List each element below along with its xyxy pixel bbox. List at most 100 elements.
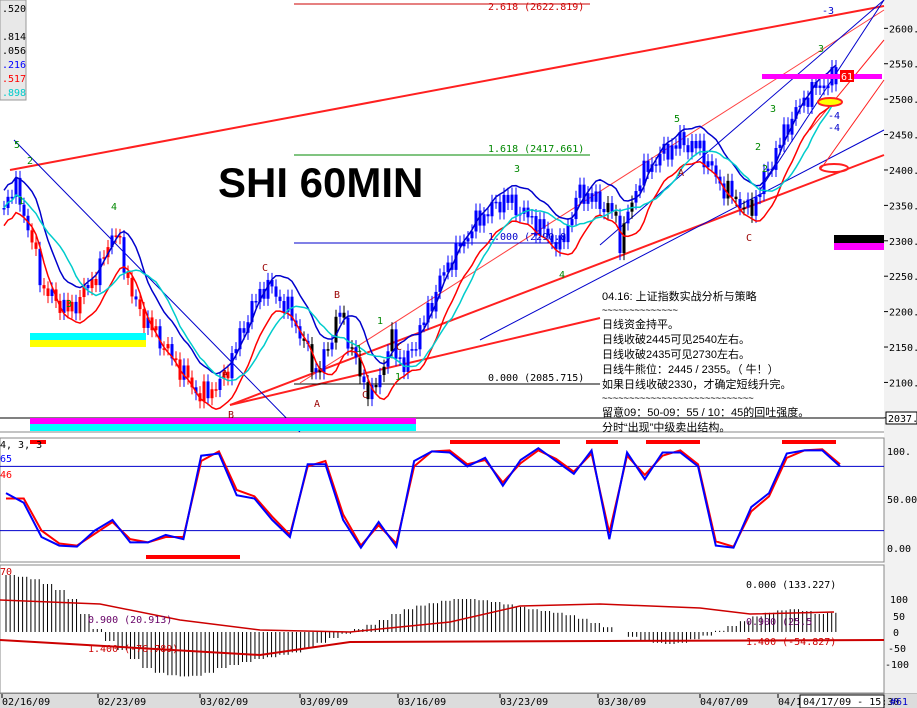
- date-tick-label: 03/30/09: [598, 697, 646, 708]
- candle-body: [186, 365, 190, 378]
- candle-body: [542, 219, 546, 229]
- chart-window: 2600. 2550. 2500. 2450. 2400. 2350. 2300. 2250.…: [0, 0, 917, 708]
- candle-body: [622, 223, 626, 254]
- candle-body: [406, 350, 410, 373]
- candle-body: [674, 145, 678, 149]
- date-tick-label: 03/16/09: [398, 697, 446, 708]
- chart-canvas: 2600.2550.2500.2450.2400.2350.2300.2250.…: [0, 0, 917, 708]
- candle-body: [266, 279, 270, 299]
- wave-label: C: [396, 342, 402, 353]
- macd-tick-50: 50: [893, 612, 905, 623]
- magenta-bar-right: [834, 243, 884, 250]
- price-tick-label: 2300.: [889, 237, 917, 248]
- candle-body: [134, 296, 138, 300]
- wave-label: 1: [377, 316, 383, 327]
- current-price-label: 2037.4: [888, 414, 917, 425]
- candle-body: [590, 193, 594, 202]
- candle-body: [638, 185, 642, 192]
- candle-body: [758, 194, 762, 198]
- stoch-signal-bar: [146, 555, 240, 559]
- notes-line-7: 分时“出现”中级卖出结构。: [602, 420, 730, 434]
- candle-body: [686, 145, 690, 153]
- date-tick-label: 04/1: [778, 697, 802, 708]
- cyan-bar: [30, 333, 146, 340]
- candle-body: [646, 160, 650, 172]
- wave-label: 2: [755, 142, 761, 153]
- notes-line-1: 日线资金持平。: [602, 317, 679, 331]
- candle-body: [34, 242, 38, 249]
- candle-body: [174, 358, 178, 360]
- left-value-4: .216: [2, 60, 26, 71]
- candle-body: [398, 357, 402, 359]
- candle-body: [14, 177, 18, 197]
- marker-neg3: -3: [822, 6, 834, 17]
- stoch-signal-bar: [586, 440, 618, 444]
- wave-label: C: [362, 390, 368, 401]
- candle-body: [618, 215, 622, 254]
- candle-body: [510, 194, 514, 203]
- candle-body: [818, 85, 822, 88]
- candle-body: [94, 278, 98, 286]
- price-tick-label: 2200.: [889, 308, 917, 319]
- candle-body: [610, 203, 614, 212]
- candle-body: [346, 317, 350, 349]
- candle-body: [526, 207, 530, 218]
- notes-line-4: 日线牛熊位：2445 / 2355。（ 牛！）: [602, 362, 779, 376]
- candle-body: [350, 347, 354, 349]
- candle-body: [746, 199, 750, 208]
- fib-label-0000: 0.000 (2085.715): [488, 373, 584, 384]
- candle-body: [282, 301, 286, 312]
- candle-body: [578, 184, 582, 198]
- stoch-tick-0: 0.00: [887, 544, 911, 555]
- notes-line-5: 如果日线收破2330，才确定短线升完。: [602, 377, 791, 391]
- candle-body: [606, 203, 610, 213]
- date-tick-label: 04/07/09: [700, 697, 748, 708]
- wave-label: 1: [18, 196, 24, 207]
- wave-label: 2: [27, 156, 33, 167]
- macd-label-5: 1.400 (-54.827): [746, 637, 836, 648]
- price-tick-label: 2250.: [889, 272, 917, 283]
- candle-body: [342, 312, 346, 318]
- candle-body: [442, 272, 446, 276]
- left-value-3: .056: [2, 46, 26, 57]
- notes-separator-2: ~~~~~~~~~~~~~~~~~~~~~~~~~~~~: [602, 394, 754, 404]
- date-tick-label: 03/09/09: [300, 697, 348, 708]
- notes-title: 04.16: 上证指数实战分析与策略: [602, 289, 757, 303]
- candle-body: [566, 225, 570, 243]
- macd-label-4: 0.900 (25.5: [746, 617, 812, 628]
- black-bar: [834, 235, 884, 243]
- candle-body: [750, 199, 754, 216]
- wave-label: 3: [770, 104, 776, 115]
- candle-body: [690, 140, 694, 153]
- price-tick-label: 2400.: [889, 166, 917, 177]
- candle-body: [682, 132, 686, 146]
- fib-label-1000: 1.000 (2290.8: [488, 232, 566, 243]
- candle-body: [422, 322, 426, 326]
- candle-body: [74, 301, 78, 314]
- candle-body: [326, 349, 330, 351]
- candle-body: [530, 216, 534, 218]
- candle-body: [698, 140, 702, 149]
- candle-body: [362, 376, 366, 383]
- cyan-bar-2: [30, 424, 416, 431]
- candle-body: [570, 219, 574, 226]
- candle-body: [626, 211, 630, 224]
- price-tick-label: 2350.: [889, 201, 917, 212]
- candle-body: [38, 248, 42, 286]
- stoch-signal-bar: [450, 440, 560, 444]
- candle-body: [466, 238, 470, 242]
- wave-label: 1: [356, 344, 362, 355]
- candle-body: [734, 196, 738, 200]
- candle-body: [210, 389, 214, 399]
- candle-body: [378, 375, 382, 388]
- candle-body: [214, 389, 218, 391]
- candle-body: [778, 144, 782, 148]
- notes-line-3: 日线收破2435可见2730左右。: [602, 347, 750, 361]
- candle-body: [154, 326, 158, 331]
- date-tick-label: 02/16/09: [2, 697, 50, 708]
- candle-body: [166, 344, 170, 349]
- left-value-1: .520: [2, 4, 26, 15]
- candle-body: [514, 194, 518, 216]
- notes-line-2: 日线收破2445可见2540左右。: [602, 332, 750, 346]
- candle-body: [206, 381, 210, 399]
